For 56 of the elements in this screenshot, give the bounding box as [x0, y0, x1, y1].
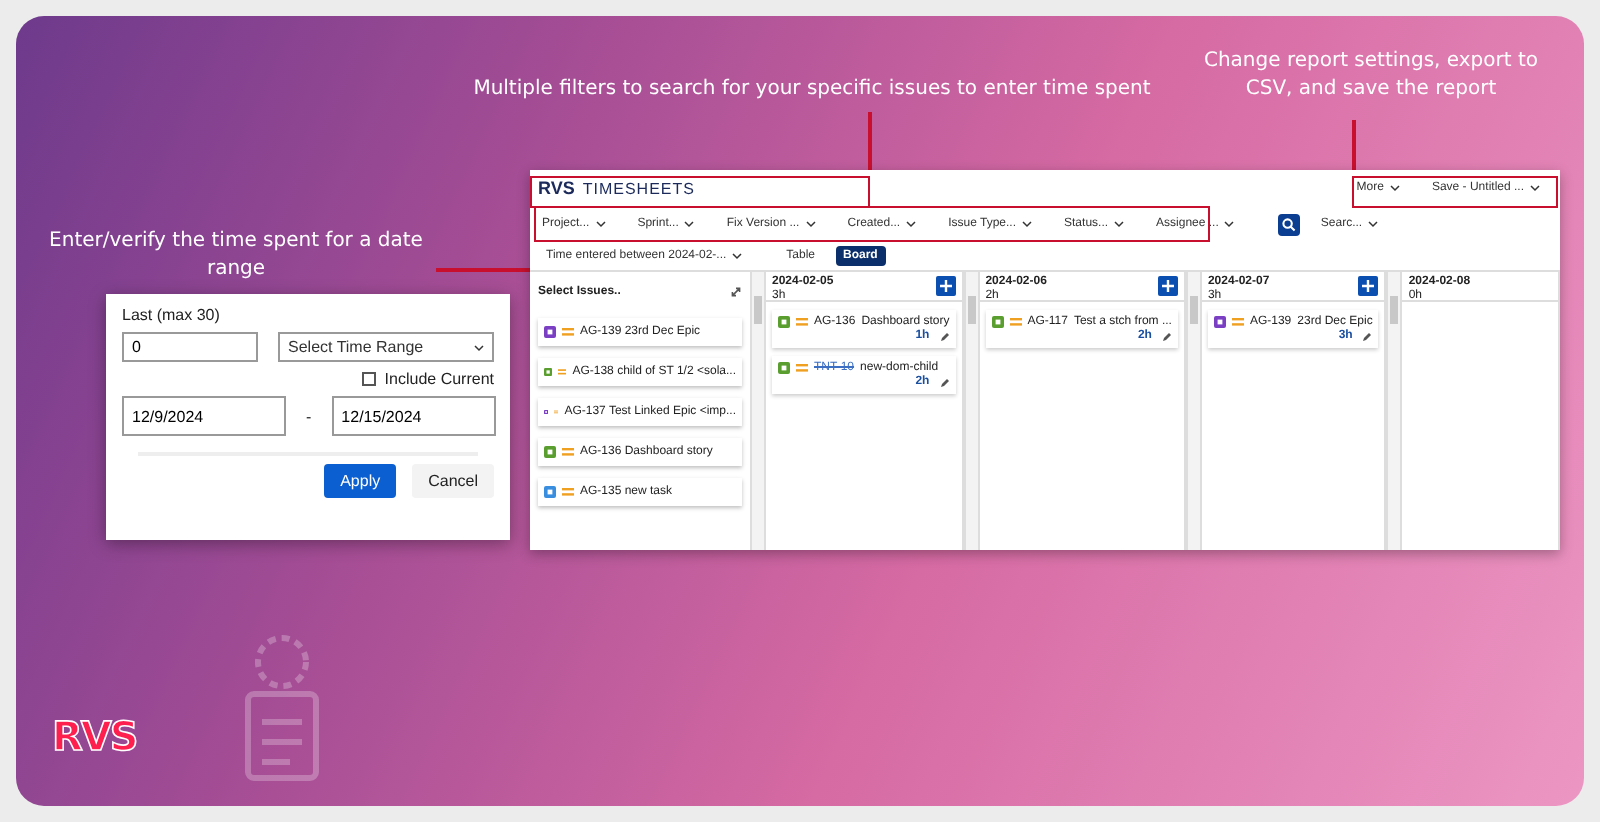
add-button[interactable] [1358, 276, 1379, 296]
chevron-icon [1022, 220, 1033, 228]
field-label: Last (max 30) [122, 306, 222, 324]
brand-logo: RVS [52, 712, 137, 760]
chevron-icon [1114, 220, 1125, 228]
pencil-icon[interactable] [1362, 331, 1373, 341]
checkbox[interactable] [362, 372, 377, 386]
chevron-icon [732, 252, 743, 260]
priority-icon [796, 364, 808, 372]
issue-type-icon [778, 316, 790, 328]
cancel-button[interactable]: Cancel [412, 464, 494, 498]
priority-icon [558, 368, 567, 376]
issue-type-icon [544, 486, 556, 498]
separator-text: - [306, 407, 312, 425]
add-button[interactable] [1157, 276, 1178, 296]
issue-type-icon [544, 366, 553, 378]
issue-type-icon [544, 326, 556, 338]
chevron-icon [1224, 220, 1235, 228]
chevron-icon [906, 220, 917, 228]
issue-type-icon [778, 362, 790, 374]
chevron-icon [595, 220, 606, 228]
app-title: TIMESHEETS [582, 179, 695, 197]
chevron-icon [1368, 220, 1379, 228]
priority-icon [562, 448, 574, 456]
leader-line [868, 112, 871, 170]
issue-type-icon [991, 316, 1004, 328]
brand-logo: RVS [538, 178, 575, 198]
issue-type-icon [1213, 316, 1226, 328]
search-button[interactable] [1278, 213, 1301, 235]
priority-icon [1009, 318, 1022, 326]
checkbox-label: Include Current [384, 370, 494, 388]
priority-icon [562, 328, 574, 336]
add-button[interactable] [935, 276, 956, 296]
input-field[interactable]: 0 [122, 332, 258, 362]
leader-line [436, 268, 530, 271]
pencil-icon[interactable] [939, 377, 950, 387]
expand-icon[interactable] [730, 286, 742, 298]
pencil-icon[interactable] [939, 331, 950, 341]
callout-text: Change report settings, export to CSV, and save the report [1201, 48, 1541, 104]
apply-button[interactable]: Apply [324, 464, 397, 498]
chevron-icon [1389, 184, 1400, 192]
priority-icon [796, 318, 808, 326]
issue-type-icon [544, 446, 556, 458]
priority-icon [562, 488, 574, 496]
callout-text: Enter/verify the time spent for a date range [47, 228, 425, 284]
chevron-icon [474, 343, 484, 351]
callout-text: Multiple filters to search for your specific issues to enter time spent [471, 76, 1153, 104]
chevron-icon [805, 220, 816, 228]
priority-icon [1231, 318, 1244, 326]
chevron-icon [1530, 184, 1540, 192]
priority-icon [554, 408, 559, 416]
pencil-icon[interactable] [1161, 331, 1172, 341]
date-field[interactable]: 12/9/2024 [122, 396, 286, 436]
chevron-icon [684, 220, 695, 228]
time-range-select[interactable]: Select Time Range [278, 332, 494, 362]
date-field[interactable]: 12/15/2024 [331, 396, 496, 436]
